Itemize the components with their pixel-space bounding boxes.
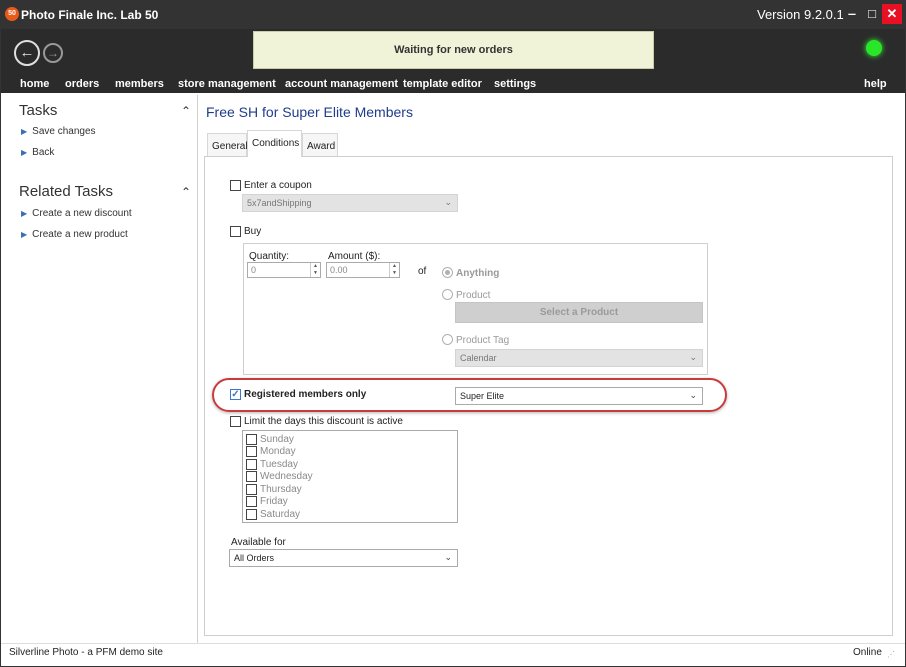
of-label: of [418,266,427,277]
tasks-heading: Tasks [19,102,58,119]
title-bar: 50 Photo Finale Inc. Lab 50 Version 9.2.… [0,0,906,29]
menu-home[interactable]: home [20,78,49,90]
related-tasks-heading: Related Tasks [19,183,113,200]
spinner-arrows-icon[interactable]: ▲ ▼ [389,263,399,277]
close-button[interactable]: ✕ [882,4,902,24]
registered-members-label: Registered members only [244,389,367,400]
available-for-label: Available for [231,537,286,548]
tab-general[interactable]: General [207,133,248,156]
chevron-down-icon: ⌄ [689,352,697,362]
anything-label: Anything [456,268,500,279]
main-menu: home orders members store management acc… [0,76,906,93]
menu-orders[interactable]: orders [65,78,99,90]
task-create-discount[interactable]: ▶ Create a new discount [21,208,132,219]
sidebar-divider [197,95,198,643]
day-wednesday[interactable]: Wednesday [246,471,313,483]
connection-status: Online [853,647,882,658]
page-title: Free SH for Super Elite Members [206,104,413,120]
product-label: Product [456,290,491,301]
resize-grip-icon[interactable]: ⋰ [887,650,895,659]
minimize-button[interactable]: ‒ [842,4,862,24]
menu-members[interactable]: members [115,78,164,90]
bullet-triangle-icon: ▶ [21,127,28,136]
tasks-collapse-icon[interactable]: ⌃ [181,104,191,118]
sidebar: Tasks ⌃ ▶ Save changes ▶ Back Related Task… [8,99,196,641]
day-saturday[interactable]: Saturday [246,508,300,520]
days-list: Sunday Monday Tuesday Wednesday Thursday… [242,430,458,523]
limit-days-label: Limit the days this discount is active [244,416,403,427]
quantity-label: Quantity: [249,251,290,262]
version-label: Version 9.2.0.1 [757,7,844,22]
order-status-box: Waiting for new orders [253,31,654,69]
spinner-arrows-icon[interactable]: ▲ ▼ [310,263,320,277]
day-friday[interactable]: Friday [246,496,288,508]
amount-label: Amount ($): [328,251,381,262]
quantity-stepper[interactable]: 0 ▲ ▼ [247,262,321,278]
status-bar: Silverline Photo - a PFM demo site Onlin… [0,643,906,667]
task-back[interactable]: ▶ Back [21,147,54,158]
menu-settings[interactable]: settings [494,78,536,90]
product-tag-label: Product Tag [456,335,510,346]
chevron-down-icon: ⌄ [444,552,452,562]
tab-award[interactable]: Award [302,133,338,156]
tab-conditions[interactable]: Conditions [247,130,302,157]
product-radio[interactable] [442,289,453,300]
menu-template-editor[interactable]: template editor [403,78,482,90]
day-checkbox[interactable] [246,508,257,520]
anything-radio[interactable] [442,267,453,278]
site-name: Silverline Photo - a PFM demo site [9,647,163,658]
select-product-button[interactable]: Select a Product [455,302,703,323]
amount-stepper[interactable]: 0.00 ▲ ▼ [326,262,400,278]
related-collapse-icon[interactable]: ⌃ [181,185,191,199]
status-led-icon [866,40,882,56]
maximize-button[interactable]: □ [862,4,882,24]
product-tag-select[interactable]: Calendar ⌄ [455,349,703,367]
buy-checkbox[interactable] [230,226,241,237]
day-tuesday[interactable]: Tuesday [246,458,298,470]
buy-label: Buy [244,226,262,237]
limit-days-checkbox[interactable] [230,416,241,427]
member-level-select[interactable]: Super Elite ⌄ [455,387,703,405]
coupon-checkbox[interactable] [230,180,241,191]
day-checkbox[interactable] [246,471,257,483]
coupon-label: Enter a coupon [244,180,312,191]
available-for-select[interactable]: All Orders ⌄ [229,549,458,567]
app-logo-icon: 50 [5,7,19,21]
back-arrow-icon[interactable]: ← [14,40,40,66]
bullet-triangle-icon: ▶ [21,230,28,239]
day-thursday[interactable]: Thursday [246,483,302,495]
day-checkbox[interactable] [246,433,257,445]
chevron-down-icon: ⌄ [689,390,697,400]
product-tag-radio[interactable] [442,334,453,345]
window-title: Photo Finale Inc. Lab 50 [21,8,159,22]
day-monday[interactable]: Monday [246,446,296,458]
day-checkbox[interactable] [246,496,257,508]
menu-account-management[interactable]: account management [285,78,398,90]
bullet-triangle-icon: ▶ [21,148,28,157]
forward-arrow-icon[interactable]: → [43,43,63,63]
day-checkbox[interactable] [246,483,257,495]
bullet-triangle-icon: ▶ [21,209,28,218]
coupon-select[interactable]: 5x7andShipping ⌄ [242,194,458,212]
registered-members-checkbox[interactable]: ✓ [230,389,241,400]
menu-help[interactable]: help [864,78,887,90]
menu-store-management[interactable]: store management [178,78,276,90]
day-checkbox[interactable] [246,446,257,458]
day-sunday[interactable]: Sunday [246,433,294,445]
chevron-down-icon: ⌄ [444,197,452,207]
task-save-changes[interactable]: ▶ Save changes [21,126,96,137]
day-checkbox[interactable] [246,458,257,470]
task-create-product[interactable]: ▶ Create a new product [21,229,128,240]
